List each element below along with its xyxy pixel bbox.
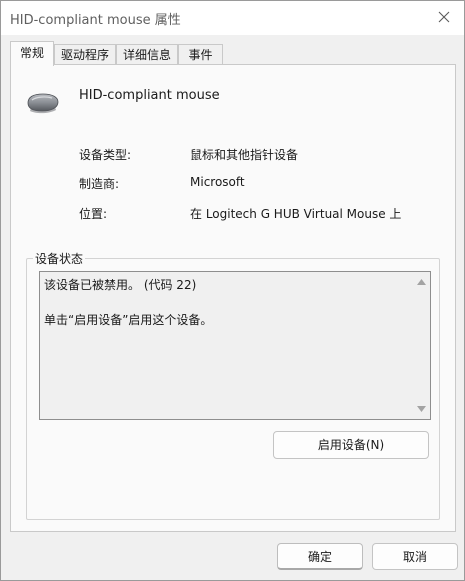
tab-label: 驱动程序 <box>60 48 109 62</box>
tab-label: 常规 <box>19 46 44 60</box>
tab-label: 事件 <box>188 48 213 62</box>
title-bar[interactable]: HID-compliant mouse 属性 <box>1 1 464 35</box>
status-line: 该设备已被禁用。 (代码 22) <box>44 278 197 292</box>
property-value: Microsoft <box>190 175 245 189</box>
close-icon <box>438 11 450 23</box>
tab-driver[interactable]: 驱动程序 <box>54 44 116 64</box>
property-value: 鼠标和其他指针设备 <box>190 148 299 162</box>
general-tab-panel: HID-compliant mouse 设备类型: 鼠标和其他指针设备 制造商:… <box>10 64 456 532</box>
status-line: 单击“启用设备”启用这个设备。 <box>44 313 213 327</box>
tab-details[interactable]: 详细信息 <box>116 44 178 64</box>
enable-device-button[interactable]: 启用设备(N) <box>273 431 429 459</box>
arrow-down-icon <box>417 406 426 412</box>
cancel-button[interactable]: 取消 <box>372 543 458 570</box>
scroll-down-button[interactable] <box>413 401 430 417</box>
arrow-up-icon <box>417 279 426 285</box>
tab-events[interactable]: 事件 <box>178 44 223 64</box>
ok-button[interactable]: 确定 <box>277 543 363 570</box>
vertical-scrollbar[interactable] <box>413 272 430 419</box>
close-button[interactable] <box>430 4 458 30</box>
tab-general[interactable]: 常规 <box>10 41 54 66</box>
scroll-up-button[interactable] <box>413 274 430 290</box>
tab-label: 详细信息 <box>122 48 171 62</box>
property-label: 位置: <box>79 207 108 221</box>
window-title: HID-compliant mouse 属性 <box>10 13 181 28</box>
property-label: 制造商: <box>79 177 120 191</box>
property-label: 设备类型: <box>79 148 132 162</box>
device-status-textbox[interactable]: 该设备已被禁用。 (代码 22) 单击“启用设备”启用这个设备。 <box>39 271 431 420</box>
device-status-text: 该设备已被禁用。 (代码 22) 单击“启用设备”启用这个设备。 <box>44 276 409 329</box>
mouse-icon <box>27 93 59 114</box>
device-status-group: 设备状态 该设备已被禁用。 (代码 22) 单击“启用设备”启用这个设备。 启用… <box>26 250 440 520</box>
properties-dialog: HID-compliant mouse 属性 常规 驱动程序 详细信息 事件 H… <box>0 0 465 581</box>
device-status-legend: 设备状态 <box>33 250 86 267</box>
device-name: HID-compliant mouse <box>79 88 220 103</box>
property-value: 在 Logitech G HUB Virtual Mouse 上 <box>190 207 402 221</box>
